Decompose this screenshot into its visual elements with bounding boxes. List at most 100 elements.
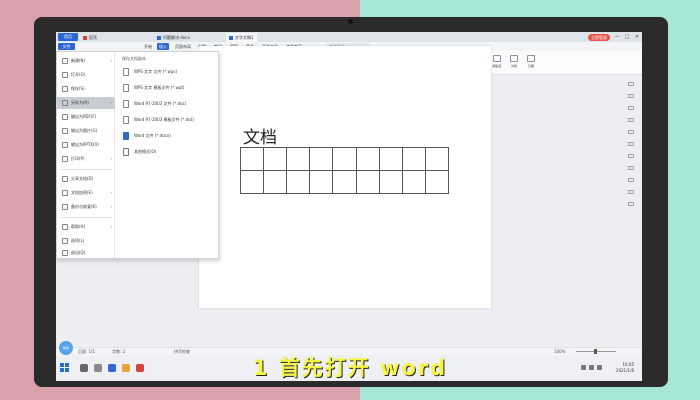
table-cell[interactable] [379,148,403,171]
document-table[interactable] [240,147,449,194]
daoke-icon [83,36,87,40]
table-cell[interactable] [402,171,426,194]
table-cell[interactable] [287,148,311,171]
chevron-right-icon: › [110,156,112,161]
table-cell[interactable] [402,148,426,171]
word-docx-icon [123,132,129,140]
side-tool-icon[interactable] [628,94,634,98]
table-cell[interactable] [333,171,357,194]
table-cell[interactable] [264,148,288,171]
save-as-icon [62,100,68,106]
chevron-right-icon: › [110,100,112,105]
table-cell[interactable] [264,171,288,194]
save-as-submenu: 保存文档副本 WPS 文字 文件 (*.wps) WPS 文字 模板文件 (*.… [116,52,218,258]
side-tool-icon[interactable] [628,142,634,146]
side-tool-icon[interactable] [628,118,634,122]
save-as-wpt[interactable]: WPS 文字 模板文件 (*.wpt) [122,82,216,94]
file-menu-button[interactable]: 文件 [58,43,75,50]
wps-template-icon [123,84,129,92]
document-title-text[interactable]: 文档 [243,123,277,148]
exit-icon [62,250,68,256]
home-badge[interactable]: 首页 [58,33,78,41]
save-as-docx[interactable]: Word 文件 (*.docx) [122,130,216,142]
doc-icon [157,36,161,40]
ribbon-btn-date[interactable]: 日期 [524,54,538,72]
chevron-right-icon: › [110,224,112,229]
menu-page-layout[interactable]: 页面布局 [173,43,193,50]
table-cell[interactable] [241,148,265,171]
save-icon [62,86,68,92]
print-icon [62,156,68,162]
help-icon [62,224,68,230]
close-button[interactable]: × [634,34,640,40]
minimize-button[interactable]: — [614,34,620,40]
file-menu-exit[interactable]: 退出(Q) [57,247,115,259]
table-cell[interactable] [356,171,380,194]
save-as-dot[interactable]: Word 97-2003 模板文件 (*.dot) [122,114,216,126]
word-template-icon [123,116,129,124]
title-bar: 首页 稻壳 问题解决.docx 文字文稿1 立即登录 — □ × [56,32,642,42]
screen: 首页 稻壳 问题解决.docx 文字文稿1 立即登录 — □ × 文件 开始 插… [56,32,642,381]
chevron-right-icon: › [110,190,112,195]
menu-home[interactable]: 开始 [142,43,154,50]
table-cell[interactable] [310,171,334,194]
ribbon-btn-object[interactable]: 对象 [507,54,521,72]
table-cell[interactable] [356,148,380,171]
file-menu-help[interactable]: 帮助(H) › [57,221,115,233]
table-cell[interactable] [425,171,449,194]
side-tool-icon[interactable] [628,202,634,206]
menu-divider [60,169,112,170]
menu-insert[interactable]: 插入 [157,43,169,50]
side-tool-icon[interactable] [628,106,634,110]
side-tool-icon[interactable] [628,190,634,194]
file-menu-backup[interactable]: 备份与恢复(K) › [57,201,115,213]
file-menu-export-pdf[interactable]: 输出为PDF(F) [57,111,115,123]
file-menu-save[interactable]: 保存(S) [57,83,115,95]
lock-icon [62,190,68,196]
table-cell[interactable] [333,148,357,171]
side-tool-icon[interactable] [628,178,634,182]
title-bar-right: 立即登录 — □ × [588,33,640,41]
file-menu-save-as[interactable]: 另存为(A) › [57,97,115,109]
file-menu-open[interactable]: 打开(O) [57,69,115,81]
file-menu-share[interactable]: 分享文档(D) [57,173,115,185]
ribbon-btn-hyperlink[interactable]: 超链接 [490,54,504,72]
tab-document-1[interactable]: 文字文稿1 [226,33,257,42]
side-tool-icon[interactable] [628,130,634,134]
file-menu-export-image[interactable]: 输出为图片(G) [57,125,115,137]
table-cell[interactable] [287,171,311,194]
object-icon [510,55,518,62]
side-tool-icon[interactable] [628,82,634,86]
save-as-other[interactable]: 其他格式(O) [122,146,216,158]
table-cell[interactable] [241,171,265,194]
share-icon [62,176,68,182]
table-cell[interactable] [310,148,334,171]
maximize-button[interactable]: □ [624,34,630,40]
file-menu-options[interactable]: 选项(L) [57,235,115,247]
side-tool-icon[interactable] [628,166,634,170]
login-button[interactable]: 立即登录 [588,33,610,41]
pdf-icon [62,114,68,120]
wps-doc-icon [123,68,129,76]
open-folder-icon [62,72,68,78]
file-menu-encrypt[interactable]: 文档加密(E) › [57,187,115,199]
table-cell[interactable] [379,171,403,194]
file-menu-new[interactable]: 新建(N) › [57,55,115,67]
save-as-doc[interactable]: Word 97-2003 文件 (*.doc) [122,98,216,110]
menu-divider [60,217,112,218]
save-as-wps[interactable]: WPS 文字 文件 (*.wps) [122,66,216,78]
file-menu-export-pptx[interactable]: 输出为PPTX(X) [57,139,115,151]
tab-document-docx[interactable]: 问题解决.docx [154,33,193,42]
backup-icon [62,204,68,210]
doc-icon [229,36,233,40]
word-doc-icon [123,100,129,108]
side-tool-icon[interactable] [628,154,634,158]
file-menu-print[interactable]: 打印(P) › [57,153,115,165]
table-cell[interactable] [425,148,449,171]
hyperlink-icon [493,55,501,62]
video-caption: 1 首先打开 word [252,356,448,380]
gear-icon [62,238,68,244]
save-as-heading: 保存文档副本 [122,56,146,61]
camera-dot [348,19,353,24]
tab-daoke[interactable]: 稻壳 [80,33,100,42]
